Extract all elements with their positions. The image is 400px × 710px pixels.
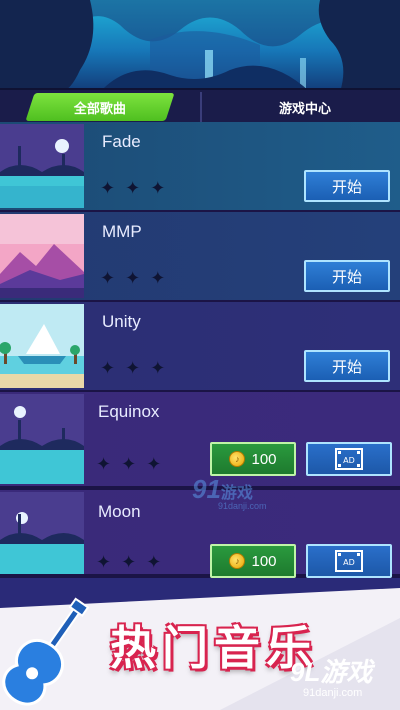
watermark-bottom-logo: 9L游戏 [290,657,373,687]
star-icon: ✦ [96,454,112,475]
ad-label: AD [343,456,355,465]
start-button[interactable]: 开始 [304,260,390,292]
star-icon: ✦ [121,552,137,573]
top-banner [0,0,400,92]
song-title: Fade [102,132,141,151]
star-icon: ✦ [150,268,166,289]
star-icon: ✦ [150,358,166,379]
buy-coin-button[interactable]: ♪ 100 [210,544,296,578]
start-button[interactable]: 开始 [304,350,390,382]
tab-all-songs-label: 全部歌曲 [73,101,126,117]
song-title: MMP [102,222,142,241]
star-rating: ✦ ✦ ✦ [100,180,165,198]
tab-divider [200,92,202,122]
ad-label: AD [343,558,355,567]
song-row-equinox: Equinox ✦ ✦ ✦ ♪ 100 AD [0,392,400,486]
watermark-bottom-url: 91danji.com [303,687,363,699]
cave-illustration [0,0,400,92]
star-icon: ✦ [125,358,141,379]
star-icon: ✦ [100,358,116,379]
watch-ad-button[interactable]: AD [306,544,392,578]
promo-title: 热门音乐 [110,621,318,675]
star-icon: ✦ [100,178,116,199]
guitar-icon [2,597,90,706]
coin-icon: ♪ [229,451,246,467]
song-row-unity: Unity ✦ ✦ ✦ 开始 [0,302,400,390]
star-rating: ✦ ✦ ✦ [96,456,161,474]
star-icon: ✦ [146,454,162,475]
song-thumbnail-bridge [0,394,84,484]
star-rating: ✦ ✦ ✦ [100,270,165,288]
star-rating: ✦ ✦ ✦ [96,554,161,572]
star-icon: ✦ [100,268,116,289]
song-thumbnail-bridge [0,124,84,208]
start-button[interactable]: 开始 [304,170,390,202]
film-ad-icon: AD [335,448,363,470]
star-icon: ✦ [125,178,141,199]
tab-bar: 全部歌曲 游戏中心 [0,88,400,122]
watch-ad-button[interactable]: AD [306,442,392,476]
coin-icon: ♪ [229,553,246,569]
song-title: Unity [102,312,141,331]
buy-coin-button[interactable]: ♪ 100 [210,442,296,476]
star-icon: ✦ [121,454,137,475]
tab-game-center-label: 游戏中心 [278,101,331,117]
star-icon: ✦ [146,552,162,573]
price-label: 100 [251,450,277,468]
star-icon: ✦ [150,178,166,199]
tab-game-center[interactable]: 游戏中心 [240,93,370,121]
song-row-fade: Fade ✦ ✦ ✦ 开始 [0,122,400,210]
watermark-url: 91danji.com [218,501,267,511]
film-ad-icon: AD [335,550,363,572]
song-thumbnail-sailboat [0,304,84,388]
song-row-mmp: MMP ✦ ✦ ✦ 开始 [0,212,400,300]
watermark-center: 91游戏 91danji.com [192,474,267,511]
song-title: Moon [98,502,141,521]
star-icon: ✦ [96,552,112,573]
star-icon: ✦ [125,268,141,289]
song-thumbnail-bridge [0,492,84,574]
tab-all-songs[interactable]: 全部歌曲 [25,93,175,121]
watermark-logo: 91 [192,474,221,504]
watermark-cn: 游戏 [220,485,253,502]
song-title: Equinox [98,402,160,421]
star-rating: ✦ ✦ ✦ [100,360,165,378]
price-label: 100 [251,552,277,570]
song-thumbnail-mountains [0,214,84,298]
watermark-bottom: 9L游戏 91danji.com [290,652,372,699]
